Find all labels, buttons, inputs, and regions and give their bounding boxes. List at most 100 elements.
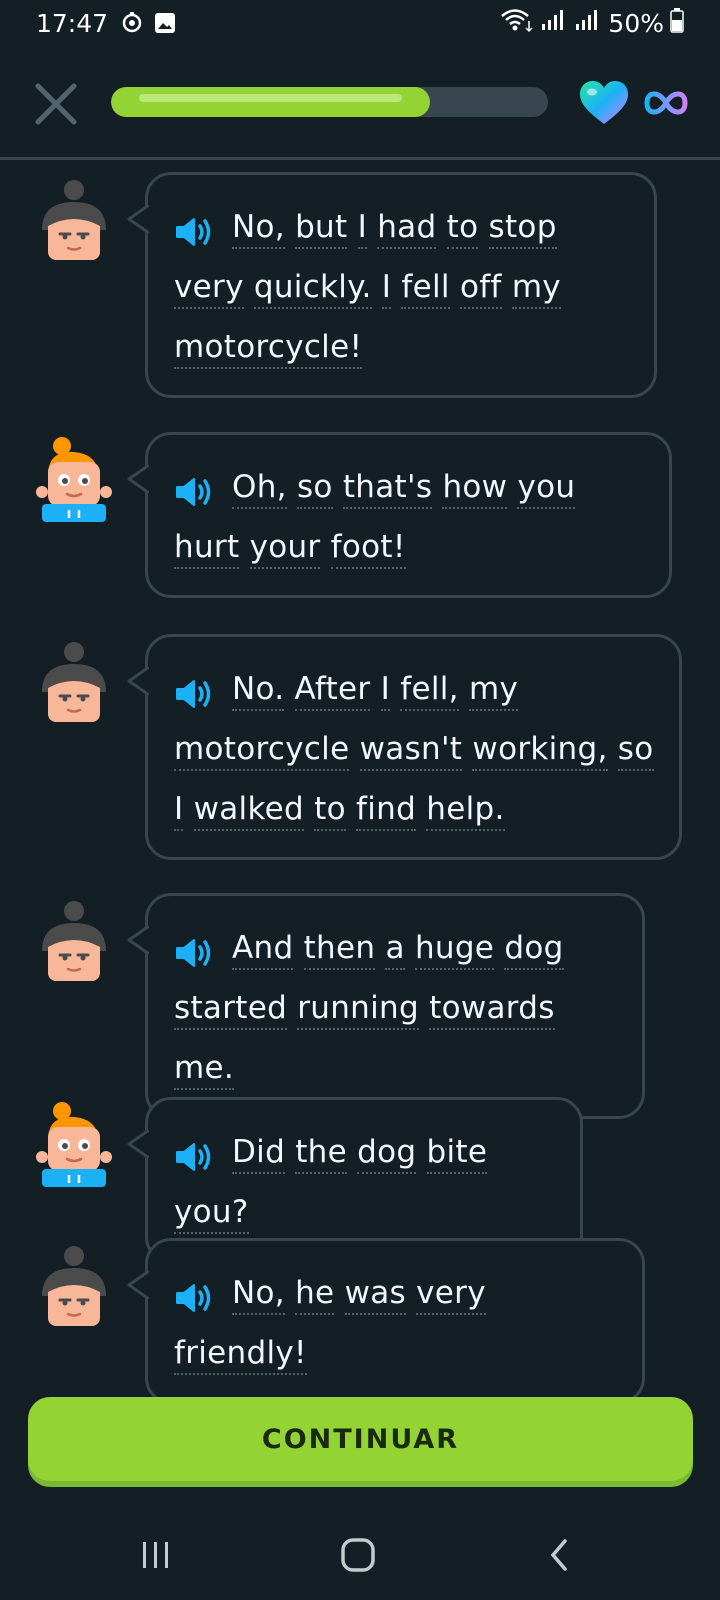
home-icon — [341, 1538, 375, 1572]
hint-word[interactable]: wasn't — [359, 731, 463, 771]
hint-word[interactable]: towards — [429, 990, 555, 1030]
hint-word[interactable]: dog — [504, 930, 564, 970]
hint-word[interactable]: I — [380, 671, 391, 711]
hint-word[interactable]: to — [446, 209, 479, 249]
home-button[interactable] — [328, 1530, 388, 1580]
message-text: And then a huge dog started running towa… — [174, 918, 620, 1098]
avatar-man — [36, 1244, 112, 1334]
hint-word[interactable]: how — [442, 469, 508, 509]
hint-word[interactable]: fell, — [400, 671, 459, 711]
hint-word[interactable]: motorcycle! — [174, 329, 363, 369]
hint-word[interactable]: me. — [174, 1050, 235, 1090]
hint-word[interactable]: your — [249, 529, 321, 569]
message-text: No. After I fell, my motorcycle wasn't w… — [174, 659, 657, 839]
gallery-icon — [154, 12, 176, 34]
cast-icon — [120, 11, 144, 35]
hint-word[interactable]: had — [377, 209, 437, 249]
status-time: 17:47 — [36, 8, 109, 38]
speech-bubble: And then a huge dog started running towa… — [127, 893, 645, 1119]
hint-word[interactable]: No, — [232, 1275, 285, 1315]
hint-word[interactable]: so — [617, 731, 654, 771]
hint-word[interactable]: a — [385, 930, 405, 970]
hint-word[interactable]: bite — [426, 1134, 488, 1174]
progress-fill — [111, 87, 430, 117]
hint-word[interactable]: huge — [414, 930, 495, 970]
battery-level: 50% — [608, 8, 664, 38]
speech-bubble: No, but I had to stop very quickly. I fe… — [127, 172, 657, 398]
hint-word[interactable]: you? — [174, 1194, 249, 1234]
back-icon — [550, 1539, 567, 1571]
hint-word[interactable]: off — [459, 269, 502, 309]
speaker-icon[interactable] — [174, 1275, 218, 1312]
speech-bubble: No, he was very friendly! — [127, 1238, 645, 1404]
hint-word[interactable]: After — [294, 671, 371, 711]
speech-bubble: Oh, so that's how you hurt your foot! — [127, 432, 672, 598]
hint-word[interactable]: started — [174, 990, 288, 1030]
hint-word[interactable]: help. — [426, 791, 505, 831]
hint-word[interactable]: Oh, — [232, 469, 287, 509]
hint-word[interactable]: working, — [472, 731, 608, 771]
navigation-bar — [0, 1510, 720, 1600]
message-text: Did the dog bite you? — [174, 1122, 558, 1242]
hint-word[interactable]: quickly. — [253, 269, 372, 309]
bubble-tail — [127, 203, 150, 235]
hint-word[interactable]: friendly! — [174, 1335, 307, 1375]
hint-word[interactable]: find — [356, 791, 417, 831]
hint-word[interactable]: very — [416, 1275, 486, 1315]
hint-word[interactable]: I — [357, 209, 368, 249]
bubble-tail — [127, 463, 150, 495]
battery-icon — [670, 7, 684, 39]
recents-button[interactable] — [126, 1530, 186, 1580]
hint-word[interactable]: then — [303, 930, 376, 970]
hint-word[interactable]: No. — [232, 671, 285, 711]
speaker-icon[interactable] — [174, 469, 218, 506]
hint-word[interactable]: my — [511, 269, 561, 309]
heart-icon[interactable] — [578, 80, 630, 126]
hint-word[interactable]: that's — [342, 469, 433, 509]
bubble-tail — [127, 924, 150, 956]
hint-word[interactable]: so — [296, 469, 333, 509]
wifi-icon — [500, 7, 534, 39]
avatar-woman — [36, 436, 112, 526]
infinity-icon — [644, 88, 688, 118]
hint-word[interactable]: very — [174, 269, 244, 309]
hint-word[interactable]: foot! — [330, 529, 406, 569]
hint-word[interactable]: running — [297, 990, 419, 1030]
recents-icon — [143, 1542, 168, 1568]
hint-word[interactable]: hurt — [174, 529, 240, 569]
status-bar: 17:47 50% — [0, 0, 720, 46]
hint-word[interactable]: No, — [232, 209, 285, 249]
hint-word[interactable]: I — [381, 269, 392, 309]
avatar-man — [36, 640, 112, 730]
hint-word[interactable]: the — [295, 1134, 347, 1174]
hint-word[interactable]: dog — [357, 1134, 417, 1174]
avatar-man — [36, 178, 112, 268]
signal-icon — [540, 8, 568, 38]
hint-word[interactable]: fell — [401, 269, 450, 309]
hint-word[interactable]: I — [174, 791, 184, 831]
hint-word[interactable]: he — [295, 1275, 335, 1315]
continue-button[interactable]: CONTINUAR — [28, 1397, 693, 1481]
hint-word[interactable]: motorcycle — [174, 731, 350, 771]
hint-word[interactable]: Did — [232, 1134, 286, 1174]
avatar-woman — [36, 1101, 112, 1191]
hint-word[interactable]: you — [517, 469, 576, 509]
bubble-tail — [127, 1269, 150, 1301]
hint-word[interactable]: stop — [488, 209, 557, 249]
hint-word[interactable]: but — [295, 209, 348, 249]
lesson-progress-bar — [111, 87, 548, 117]
header-divider — [0, 157, 720, 160]
hint-word[interactable]: was — [344, 1275, 406, 1315]
bubble-tail — [127, 665, 150, 697]
back-button[interactable] — [530, 1530, 590, 1580]
hint-word[interactable]: to — [314, 791, 346, 831]
hint-word[interactable]: my — [468, 671, 519, 711]
speaker-icon[interactable] — [174, 209, 218, 246]
close-button[interactable] — [30, 78, 82, 130]
hint-word[interactable]: And — [232, 930, 294, 970]
speaker-icon[interactable] — [174, 671, 218, 708]
signal-icon — [574, 8, 602, 38]
hint-word[interactable]: walked — [193, 791, 304, 831]
speaker-icon[interactable] — [174, 930, 218, 967]
speaker-icon[interactable] — [174, 1134, 218, 1171]
